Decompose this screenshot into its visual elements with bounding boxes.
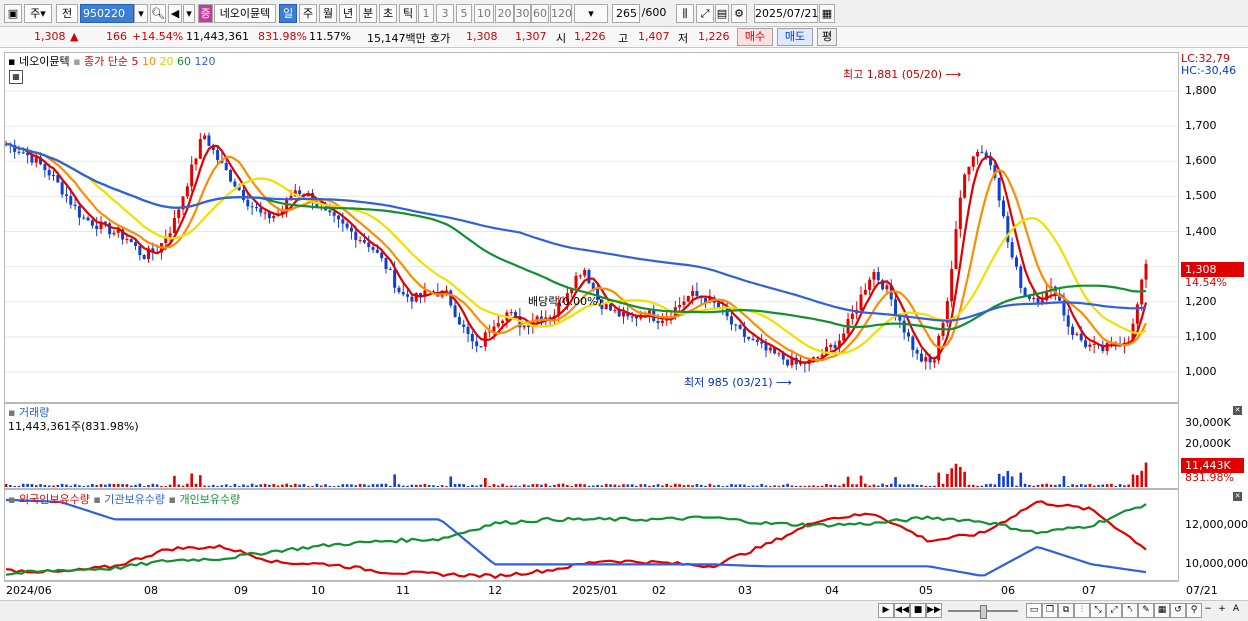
legend-bullet-icon: ▪ [8, 55, 16, 68]
current-volume-pct: 831.98% [1185, 471, 1234, 484]
draw-icon[interactable]: ✎ [1138, 603, 1154, 618]
price-tick-label: 1,000 [1185, 364, 1217, 378]
volume-value: 11,443,361주(831.98%) [8, 420, 139, 433]
price-tick-label: 1,600 [1185, 154, 1217, 168]
price-tick-label: 1,200 [1185, 294, 1217, 308]
x-label: 12 [488, 584, 502, 597]
price-tick-label: 1,400 [1185, 224, 1217, 238]
reset-icon[interactable]: ↺ [1170, 603, 1186, 618]
zoom-slider-handle[interactable] [980, 605, 987, 619]
legend-ma5: 5 [131, 55, 139, 68]
measure-icon[interactable]: ⤢ [1106, 603, 1122, 618]
holdings-axis: 10,000,000 12,000,000 [1180, 489, 1248, 581]
dividend-annotation: 배당락(0.00%) [528, 295, 602, 308]
x-label: 08 [144, 584, 158, 597]
x-label: 11 [396, 584, 410, 597]
tool-icon[interactable]: ⤣ [1122, 603, 1138, 618]
navigation-bar: ▶ ◀◀ ■ ▶▶ ▭ ❐ ⧉ ⫶ ⤡ ⤢ ⤣ ✎ ▦ ↺ ⚲ − + A [0, 600, 1248, 621]
holdings-tick-label: 12,000,000 [1185, 518, 1248, 532]
legend-foreign: 외국인보유수량 [18, 493, 90, 506]
price-panel [4, 52, 1179, 403]
x-label-last: 07/21 [1186, 584, 1218, 597]
hc-label: HC:-30,46 [1181, 64, 1237, 77]
text-icon[interactable]: A [1228, 603, 1244, 618]
x-label: 02 [652, 584, 666, 597]
price-tick-label: 1,700 [1185, 119, 1217, 133]
min-annotation: 최저 985 (03/21) ⟶ [684, 376, 792, 389]
legend-individual: 개인보유수량 [179, 493, 241, 506]
overlap-icon[interactable]: ⧉ [1058, 603, 1074, 618]
price-tick-label: 1,800 [1185, 84, 1217, 98]
scroll-right-icon[interactable]: ▶ [878, 603, 894, 618]
right-arrow-icon: ⟶ [776, 376, 792, 389]
max-annotation: 최고 1,881 (05/20) ⟶ [843, 68, 962, 81]
legend-ma10: 10 [142, 55, 157, 68]
x-label: 05 [919, 584, 933, 597]
stop-icon[interactable]: ■ [910, 603, 926, 618]
x-label: 04 [825, 584, 839, 597]
x-label: 2025/01 [572, 584, 618, 597]
copy-icon[interactable]: ❐ [1042, 603, 1058, 618]
table-icon[interactable]: ▦ [9, 70, 23, 84]
layout-icon[interactable]: ▭ [1026, 603, 1042, 618]
legend-ma120: 120 [194, 55, 216, 68]
x-axis: 2024/06 08 09 10 11 12 2025/01 02 03 04 … [4, 581, 1179, 600]
x-label: 03 [738, 584, 752, 597]
price-legend: ▪ 네오이뮨텍 ▪ 종가 단순 5 10 20 60 120 [8, 55, 216, 68]
legend-ma-title: 종가 단순 [84, 55, 129, 68]
close-volume-panel-icon[interactable]: ✕ [1233, 406, 1242, 415]
x-label: 07 [1082, 584, 1096, 597]
legend-institution: 기관보유수량 [104, 493, 166, 506]
x-label: 10 [311, 584, 325, 597]
legend-ma60: 60 [177, 55, 192, 68]
right-arrow-icon: ⟶ [945, 68, 962, 81]
holdings-tick-label: 10,000,000 [1185, 557, 1248, 571]
x-label: 2024/06 [6, 584, 52, 597]
close-holdings-panel-icon[interactable]: ✕ [1233, 492, 1242, 501]
grid-icon[interactable]: ▦ [1154, 603, 1170, 618]
volume-tick-label: 30,000K [1185, 415, 1231, 429]
x-label: 06 [1001, 584, 1015, 597]
legend-ma20: 20 [159, 55, 174, 68]
current-pct-tag: 14.54% [1185, 276, 1227, 289]
price-tick-label: 1,100 [1185, 329, 1217, 343]
volume-panel [4, 403, 1179, 489]
holdings-legend: ▪ 외국인보유수량 ▪ 기관보유수량 ▪ 개인보유수량 [8, 493, 241, 506]
volume-tick-label: 20,000K [1185, 437, 1231, 451]
rewind-icon[interactable]: ◀◀ [894, 603, 910, 618]
fast-forward-icon[interactable]: ▶▶ [926, 603, 942, 618]
expand-icon[interactable]: ⤡ [1090, 603, 1106, 618]
bar-chart-icon[interactable]: ⫶ [1074, 603, 1090, 618]
x-label: 09 [234, 584, 248, 597]
price-axis: LC:32,79 HC:-30,46 1,0001,1001,2001,3001… [1180, 52, 1248, 403]
price-tick-label: 1,500 [1185, 189, 1217, 203]
legend-stock-name: 네오이뮨텍 [18, 55, 70, 68]
